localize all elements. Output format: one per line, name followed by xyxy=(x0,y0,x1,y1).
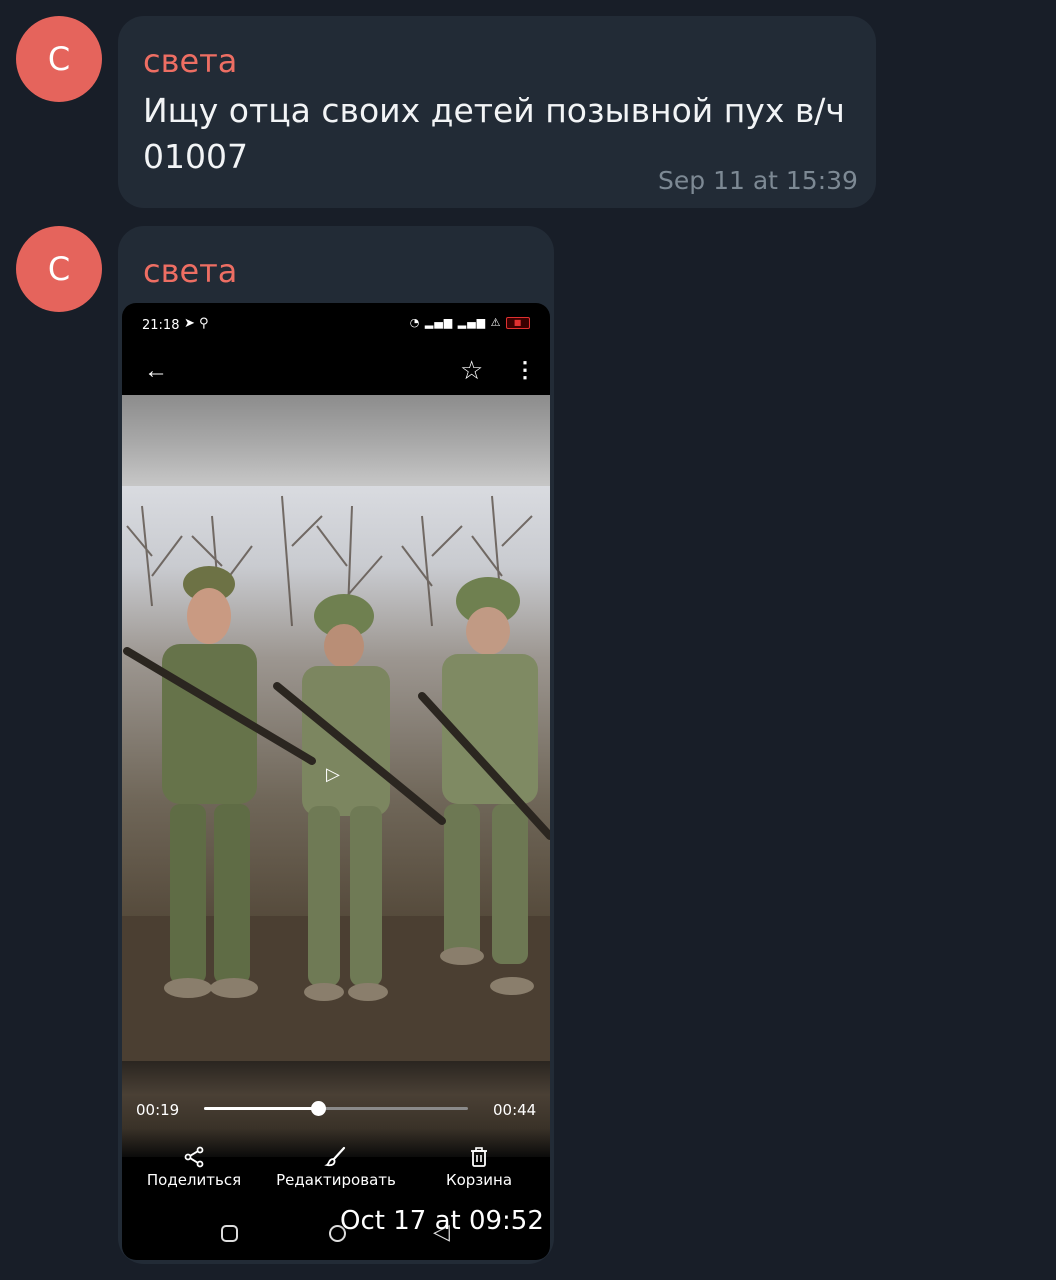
brush-icon xyxy=(270,1141,402,1171)
message-timestamp: Sep 11 at 15:39 xyxy=(658,166,858,195)
play-icon[interactable]: ▷ xyxy=(326,764,340,785)
blurred-region xyxy=(122,395,550,488)
message-bubble[interactable]: света Ищу отца своих детей позывной пух … xyxy=(118,16,876,208)
arrow-left-icon[interactable]: ← xyxy=(144,357,168,385)
signal-icons: ◔ ▂▄▆ ▂▄▆ ⚠ ■ xyxy=(410,316,530,329)
star-icon[interactable]: ☆ xyxy=(460,355,483,386)
video-total-time: 00:44 xyxy=(493,1101,537,1119)
message-timestamp: Oct 17 at 09:52 xyxy=(340,1206,544,1236)
phone-status-bar: 21:18 ➤ ⚲ ◔ ▂▄▆ ▂▄▆ ⚠ ■ xyxy=(122,303,550,347)
gallery-action-bar: Поделиться Редактировать Корзина xyxy=(122,1141,550,1201)
video-current-time: 00:19 xyxy=(136,1101,180,1119)
delete-button[interactable]: Корзина xyxy=(434,1141,524,1189)
sender-avatar[interactable]: С xyxy=(16,226,102,312)
gallery-top-bar: ← ☆ ⋮ xyxy=(122,347,550,397)
sender-name[interactable]: света xyxy=(143,252,237,290)
trash-icon xyxy=(434,1141,524,1171)
recents-icon[interactable] xyxy=(221,1225,238,1242)
status-time: 21:18 xyxy=(142,318,180,333)
chat-view: С света Ищу отца своих детей позывной пу… xyxy=(0,0,1056,1280)
share-icon xyxy=(144,1141,244,1171)
share-button[interactable]: Поделиться xyxy=(144,1141,244,1189)
video-frame[interactable]: ▷ xyxy=(122,486,550,1061)
seek-thumb[interactable] xyxy=(310,1101,326,1116)
share-label: Поделиться xyxy=(146,1171,242,1189)
more-vertical-icon[interactable]: ⋮ xyxy=(514,357,536,383)
edit-button[interactable]: Редактировать xyxy=(270,1141,402,1189)
telegram-icon: ➤ ⚲ xyxy=(184,316,209,331)
delete-label: Корзина xyxy=(445,1171,513,1189)
video-seek-bar[interactable] xyxy=(204,1101,468,1116)
seek-progress xyxy=(204,1107,318,1110)
battery-icon: ■ xyxy=(506,317,530,329)
edit-label: Редактировать xyxy=(276,1171,396,1189)
sender-avatar[interactable]: С xyxy=(16,16,102,102)
attached-screenshot[interactable]: 21:18 ➤ ⚲ ◔ ▂▄▆ ▂▄▆ ⚠ ■ ← ☆ ⋮ ▷ 00:19 00… xyxy=(122,303,550,1260)
sender-name[interactable]: света xyxy=(143,42,237,80)
